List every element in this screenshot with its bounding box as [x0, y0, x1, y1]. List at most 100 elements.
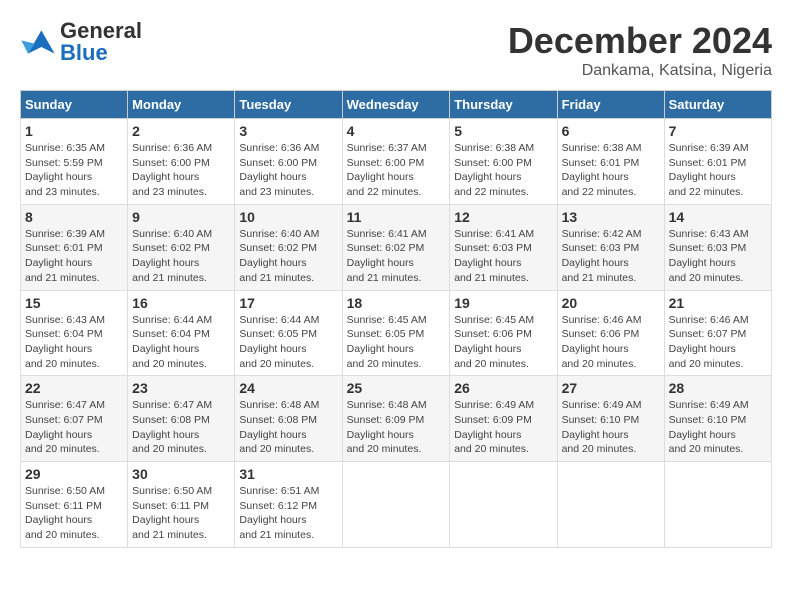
- day-number: 16: [132, 295, 230, 311]
- calendar-day-header: Friday: [557, 91, 664, 119]
- calendar-header-row: SundayMondayTuesdayWednesdayThursdayFrid…: [21, 91, 772, 119]
- calendar-day-cell: [664, 462, 771, 548]
- calendar-day-cell: [557, 462, 664, 548]
- day-number: 4: [347, 123, 446, 139]
- calendar-day-cell: 7 Sunrise: 6:39 AM Sunset: 6:01 PM Dayli…: [664, 119, 771, 205]
- day-number: 24: [239, 380, 337, 396]
- day-number: 26: [454, 380, 552, 396]
- day-number: 27: [562, 380, 660, 396]
- day-info: Sunrise: 6:45 AM Sunset: 6:06 PM Dayligh…: [454, 313, 552, 372]
- day-info: Sunrise: 6:42 AM Sunset: 6:03 PM Dayligh…: [562, 227, 660, 286]
- calendar-day-cell: 8 Sunrise: 6:39 AM Sunset: 6:01 PM Dayli…: [21, 204, 128, 290]
- day-info: Sunrise: 6:50 AM Sunset: 6:11 PM Dayligh…: [25, 484, 123, 543]
- calendar-week-row: 1 Sunrise: 6:35 AM Sunset: 5:59 PM Dayli…: [21, 119, 772, 205]
- day-number: 28: [669, 380, 767, 396]
- calendar-day-cell: 12 Sunrise: 6:41 AM Sunset: 6:03 PM Dayl…: [450, 204, 557, 290]
- calendar-day-cell: 23 Sunrise: 6:47 AM Sunset: 6:08 PM Dayl…: [128, 376, 235, 462]
- day-number: 31: [239, 466, 337, 482]
- calendar-week-row: 22 Sunrise: 6:47 AM Sunset: 6:07 PM Dayl…: [21, 376, 772, 462]
- calendar-day-cell: 29 Sunrise: 6:50 AM Sunset: 6:11 PM Dayl…: [21, 462, 128, 548]
- calendar-day-cell: 9 Sunrise: 6:40 AM Sunset: 6:02 PM Dayli…: [128, 204, 235, 290]
- day-info: Sunrise: 6:44 AM Sunset: 6:05 PM Dayligh…: [239, 313, 337, 372]
- day-number: 10: [239, 209, 337, 225]
- day-info: Sunrise: 6:49 AM Sunset: 6:10 PM Dayligh…: [562, 398, 660, 457]
- day-info: Sunrise: 6:36 AM Sunset: 6:00 PM Dayligh…: [239, 141, 337, 200]
- day-info: Sunrise: 6:49 AM Sunset: 6:10 PM Dayligh…: [669, 398, 767, 457]
- calendar-day-cell: 4 Sunrise: 6:37 AM Sunset: 6:00 PM Dayli…: [342, 119, 450, 205]
- day-number: 12: [454, 209, 552, 225]
- calendar-subtitle: Dankama, Katsina, Nigeria: [508, 62, 772, 80]
- day-info: Sunrise: 6:47 AM Sunset: 6:08 PM Dayligh…: [132, 398, 230, 457]
- day-number: 30: [132, 466, 230, 482]
- day-info: Sunrise: 6:49 AM Sunset: 6:09 PM Dayligh…: [454, 398, 552, 457]
- day-info: Sunrise: 6:43 AM Sunset: 6:03 PM Dayligh…: [669, 227, 767, 286]
- calendar-day-cell: 27 Sunrise: 6:49 AM Sunset: 6:10 PM Dayl…: [557, 376, 664, 462]
- day-number: 19: [454, 295, 552, 311]
- day-number: 2: [132, 123, 230, 139]
- day-info: Sunrise: 6:46 AM Sunset: 6:06 PM Dayligh…: [562, 313, 660, 372]
- day-info: Sunrise: 6:40 AM Sunset: 6:02 PM Dayligh…: [132, 227, 230, 286]
- day-number: 7: [669, 123, 767, 139]
- title-block: December 2024 Dankama, Katsina, Nigeria: [508, 20, 772, 80]
- day-number: 9: [132, 209, 230, 225]
- day-number: 13: [562, 209, 660, 225]
- calendar-day-cell: 25 Sunrise: 6:48 AM Sunset: 6:09 PM Dayl…: [342, 376, 450, 462]
- day-info: Sunrise: 6:48 AM Sunset: 6:09 PM Dayligh…: [347, 398, 446, 457]
- calendar-table: SundayMondayTuesdayWednesdayThursdayFrid…: [20, 90, 772, 548]
- calendar-day-cell: 10 Sunrise: 6:40 AM Sunset: 6:02 PM Dayl…: [235, 204, 342, 290]
- calendar-day-cell: 2 Sunrise: 6:36 AM Sunset: 6:00 PM Dayli…: [128, 119, 235, 205]
- day-info: Sunrise: 6:40 AM Sunset: 6:02 PM Dayligh…: [239, 227, 337, 286]
- day-info: Sunrise: 6:36 AM Sunset: 6:00 PM Dayligh…: [132, 141, 230, 200]
- calendar-day-header: Monday: [128, 91, 235, 119]
- day-number: 1: [25, 123, 123, 139]
- calendar-day-cell: 28 Sunrise: 6:49 AM Sunset: 6:10 PM Dayl…: [664, 376, 771, 462]
- calendar-title: December 2024: [508, 20, 772, 62]
- day-number: 25: [347, 380, 446, 396]
- calendar-day-cell: 21 Sunrise: 6:46 AM Sunset: 6:07 PM Dayl…: [664, 290, 771, 376]
- day-number: 23: [132, 380, 230, 396]
- calendar-day-cell: [342, 462, 450, 548]
- day-number: 14: [669, 209, 767, 225]
- calendar-week-row: 8 Sunrise: 6:39 AM Sunset: 6:01 PM Dayli…: [21, 204, 772, 290]
- day-number: 29: [25, 466, 123, 482]
- day-number: 22: [25, 380, 123, 396]
- calendar-day-cell: 11 Sunrise: 6:41 AM Sunset: 6:02 PM Dayl…: [342, 204, 450, 290]
- calendar-day-header: Tuesday: [235, 91, 342, 119]
- calendar-day-header: Sunday: [21, 91, 128, 119]
- calendar-day-cell: 13 Sunrise: 6:42 AM Sunset: 6:03 PM Dayl…: [557, 204, 664, 290]
- calendar-day-cell: 17 Sunrise: 6:44 AM Sunset: 6:05 PM Dayl…: [235, 290, 342, 376]
- day-number: 20: [562, 295, 660, 311]
- calendar-day-cell: 24 Sunrise: 6:48 AM Sunset: 6:08 PM Dayl…: [235, 376, 342, 462]
- logo: GeneralBlue: [20, 20, 142, 64]
- day-info: Sunrise: 6:39 AM Sunset: 6:01 PM Dayligh…: [25, 227, 123, 286]
- calendar-day-header: Saturday: [664, 91, 771, 119]
- calendar-day-cell: 22 Sunrise: 6:47 AM Sunset: 6:07 PM Dayl…: [21, 376, 128, 462]
- day-number: 11: [347, 209, 446, 225]
- calendar-day-cell: 26 Sunrise: 6:49 AM Sunset: 6:09 PM Dayl…: [450, 376, 557, 462]
- calendar-day-cell: 6 Sunrise: 6:38 AM Sunset: 6:01 PM Dayli…: [557, 119, 664, 205]
- day-info: Sunrise: 6:44 AM Sunset: 6:04 PM Dayligh…: [132, 313, 230, 372]
- day-info: Sunrise: 6:48 AM Sunset: 6:08 PM Dayligh…: [239, 398, 337, 457]
- calendar-day-cell: 14 Sunrise: 6:43 AM Sunset: 6:03 PM Dayl…: [664, 204, 771, 290]
- day-info: Sunrise: 6:45 AM Sunset: 6:05 PM Dayligh…: [347, 313, 446, 372]
- calendar-day-cell: 19 Sunrise: 6:45 AM Sunset: 6:06 PM Dayl…: [450, 290, 557, 376]
- calendar-day-cell: 5 Sunrise: 6:38 AM Sunset: 6:00 PM Dayli…: [450, 119, 557, 205]
- day-number: 8: [25, 209, 123, 225]
- calendar-day-cell: 16 Sunrise: 6:44 AM Sunset: 6:04 PM Dayl…: [128, 290, 235, 376]
- logo-icon: [20, 27, 56, 57]
- day-info: Sunrise: 6:38 AM Sunset: 6:00 PM Dayligh…: [454, 141, 552, 200]
- calendar-day-cell: 1 Sunrise: 6:35 AM Sunset: 5:59 PM Dayli…: [21, 119, 128, 205]
- calendar-day-cell: 18 Sunrise: 6:45 AM Sunset: 6:05 PM Dayl…: [342, 290, 450, 376]
- calendar-day-cell: 31 Sunrise: 6:51 AM Sunset: 6:12 PM Dayl…: [235, 462, 342, 548]
- calendar-day-header: Thursday: [450, 91, 557, 119]
- day-info: Sunrise: 6:38 AM Sunset: 6:01 PM Dayligh…: [562, 141, 660, 200]
- day-info: Sunrise: 6:41 AM Sunset: 6:02 PM Dayligh…: [347, 227, 446, 286]
- day-info: Sunrise: 6:41 AM Sunset: 6:03 PM Dayligh…: [454, 227, 552, 286]
- day-info: Sunrise: 6:46 AM Sunset: 6:07 PM Dayligh…: [669, 313, 767, 372]
- day-number: 6: [562, 123, 660, 139]
- day-info: Sunrise: 6:50 AM Sunset: 6:11 PM Dayligh…: [132, 484, 230, 543]
- calendar-day-cell: 15 Sunrise: 6:43 AM Sunset: 6:04 PM Dayl…: [21, 290, 128, 376]
- day-number: 3: [239, 123, 337, 139]
- day-number: 5: [454, 123, 552, 139]
- day-info: Sunrise: 6:43 AM Sunset: 6:04 PM Dayligh…: [25, 313, 123, 372]
